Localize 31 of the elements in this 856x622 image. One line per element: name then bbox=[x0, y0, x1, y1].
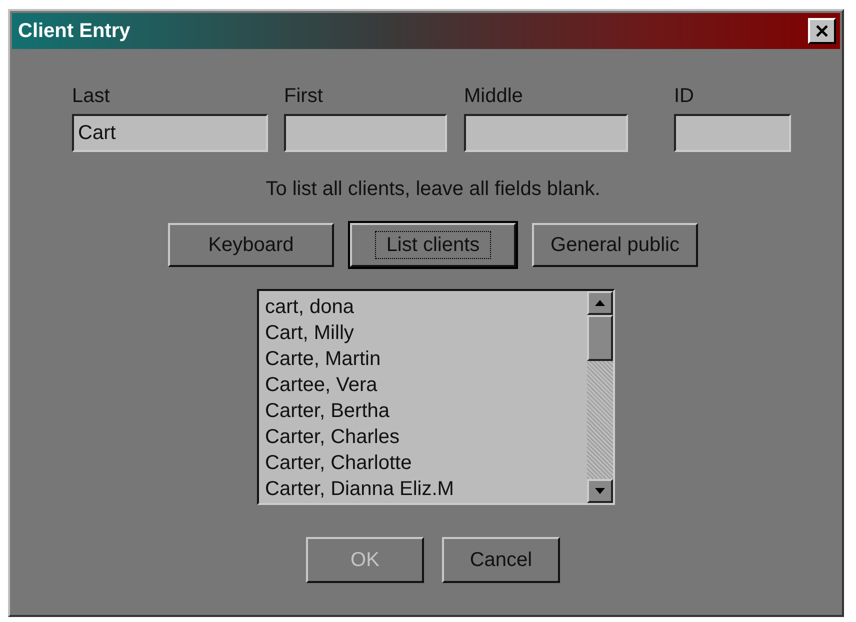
scrollbar[interactable] bbox=[587, 291, 613, 503]
scroll-thumb[interactable] bbox=[587, 315, 613, 361]
list-item[interactable]: Carte, Martin bbox=[265, 346, 581, 372]
text-field[interactable] bbox=[464, 114, 628, 152]
client-list[interactable]: cart, dona Cart, Milly Carte, Martin Cartee, Vera Carter, Bertha Carter, Charles Carter, Charlotte Carter, Dianna Eliz.M bbox=[257, 289, 615, 505]
list-item[interactable]: Carter, Bertha bbox=[265, 398, 581, 424]
window-title: Client Entry bbox=[18, 20, 130, 42]
list-item[interactable]: Carter, Charles bbox=[265, 424, 581, 450]
field-label: Last bbox=[72, 85, 111, 108]
down-arrow-icon bbox=[595, 488, 605, 494]
list-item[interactable]: Carter, Dianna Eliz.M bbox=[265, 476, 581, 502]
scroll-up-button[interactable] bbox=[587, 291, 613, 315]
list-item[interactable]: Cart, Milly bbox=[265, 320, 581, 346]
list-item[interactable]: Cartee, Vera bbox=[265, 372, 581, 398]
field-label: Middle bbox=[464, 85, 524, 108]
close-icon bbox=[814, 24, 830, 38]
text-field[interactable]: Cart bbox=[72, 114, 268, 152]
close-button[interactable] bbox=[808, 18, 836, 44]
action-button[interactable]: List clients bbox=[350, 223, 516, 267]
list-item[interactable]: cart, dona bbox=[265, 294, 581, 320]
dialog-button[interactable]: Cancel bbox=[442, 537, 560, 583]
field-label: First bbox=[284, 85, 324, 108]
list-item[interactable]: Carter, Charlotte bbox=[265, 450, 581, 476]
up-arrow-icon bbox=[595, 300, 605, 306]
hint-text: To list all clients, leave all fields blank. bbox=[264, 178, 602, 201]
text-field[interactable] bbox=[674, 114, 791, 152]
text-field[interactable] bbox=[284, 114, 447, 152]
scroll-down-button[interactable] bbox=[587, 479, 613, 503]
action-button[interactable]: Keyboard bbox=[168, 223, 334, 267]
field-label: ID bbox=[674, 85, 695, 108]
action-button[interactable]: General public bbox=[532, 223, 698, 267]
